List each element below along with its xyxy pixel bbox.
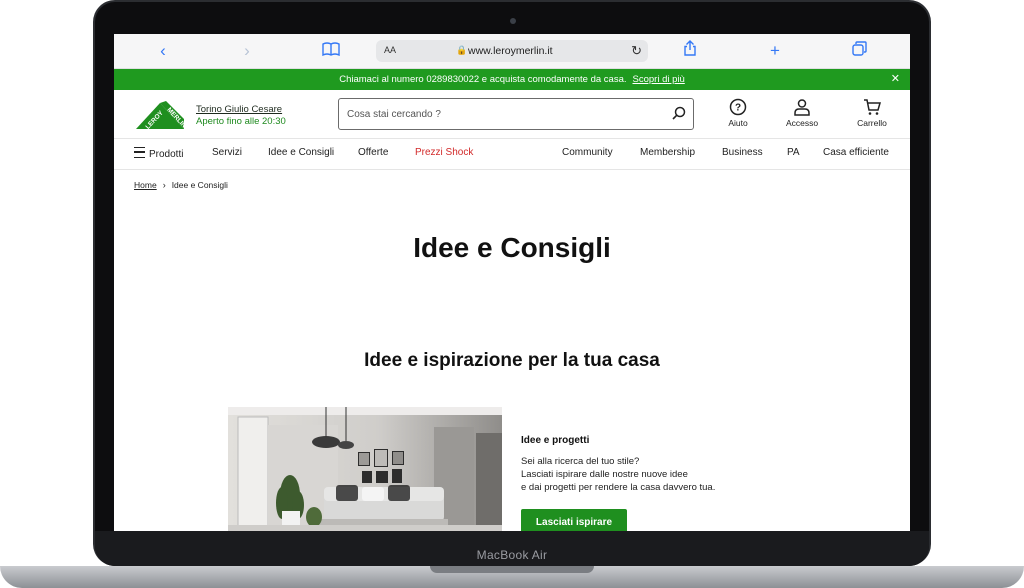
text-size-button[interactable]: AA: [384, 45, 396, 55]
nav-item-label: Prodotti: [149, 149, 184, 160]
nav-item-membership[interactable]: Membership: [640, 147, 695, 158]
nav-item-offerte[interactable]: Offerte: [358, 147, 388, 158]
camera-icon: [510, 18, 516, 24]
help-label: Aiuto: [728, 118, 748, 128]
laptop-notch: [430, 566, 594, 573]
promo-message: Chiamaci al numero 0289830022 e acquista…: [339, 74, 627, 85]
account-label: Accesso: [785, 118, 819, 128]
screen: ‹ › AA 🔒 www.leroymerlin.it ↻ + Chiamaci…: [114, 34, 910, 531]
card-line: Sei alla ricerca del tuo stile?: [521, 456, 640, 467]
nav-item-prodotti[interactable]: Prodotti: [134, 147, 183, 160]
breadcrumb: Home › Idee e Consigli: [134, 180, 228, 190]
cart-icon: [864, 99, 881, 115]
store-hours: Aperto fino alle 20:30: [196, 116, 286, 127]
cart-label: Carrello: [857, 118, 887, 128]
inspire-button[interactable]: Lasciati ispirare: [521, 509, 627, 531]
card-line: Lasciati ispirare dalle nostre nuove ide…: [521, 469, 688, 480]
browser-toolbar: ‹ › AA 🔒 www.leroymerlin.it ↻ +: [114, 34, 910, 69]
search-input[interactable]: [339, 99, 659, 129]
help-button[interactable]: ? Aiuto: [712, 98, 764, 132]
nav-item-servizi[interactable]: Servizi: [212, 147, 242, 158]
card-line: e dai progetti per rendere la casa davve…: [521, 482, 716, 493]
url-text: www.leroymerlin.it: [468, 45, 553, 57]
nav-item-casa-efficiente[interactable]: Casa efficiente: [823, 147, 889, 158]
share-icon[interactable]: [679, 40, 701, 62]
svg-text:?: ?: [735, 103, 741, 114]
lock-icon: 🔒: [456, 45, 468, 55]
nav-item-business[interactable]: Business: [722, 147, 763, 158]
search-box: [338, 98, 694, 130]
address-bar[interactable]: AA 🔒 www.leroymerlin.it ↻: [376, 40, 648, 62]
chevron-right-icon: ›: [162, 180, 166, 190]
nav-item-pa[interactable]: PA: [787, 147, 800, 158]
promo-link[interactable]: Scopri di più: [633, 74, 685, 85]
promo-banner: Chiamaci al numero 0289830022 e acquista…: [114, 69, 910, 90]
help-icon: ?: [729, 98, 747, 116]
nav-item-community[interactable]: Community: [562, 147, 613, 158]
site-header: LEROY MERLIN Torino Giulio Cesare Aperto…: [114, 90, 910, 138]
bookmarks-icon[interactable]: [320, 40, 342, 62]
reload-icon[interactable]: ↻: [631, 43, 642, 59]
breadcrumb-home[interactable]: Home: [134, 180, 157, 190]
tabs-icon[interactable]: [848, 40, 870, 62]
card-description: Sei alla ricerca del tuo stile? Lasciati…: [521, 455, 715, 494]
menu-icon: [134, 147, 145, 158]
search-icon[interactable]: [671, 105, 687, 121]
device-label: MacBook Air: [476, 548, 548, 562]
nav-item-idee-e-consigli[interactable]: Idee e Consigli: [268, 147, 334, 158]
section-title: Idee e ispirazione per la tua casa: [364, 350, 660, 371]
page-title: Idee e Consigli: [413, 232, 611, 263]
leroy-merlin-logo[interactable]: LEROY MERLIN: [134, 99, 188, 131]
main-nav: Prodotti Servizi Idee e Consigli Offerte…: [114, 138, 910, 170]
nav-item-prezzi-shock[interactable]: Prezzi Shock: [415, 147, 473, 158]
account-button[interactable]: Accesso: [776, 98, 828, 132]
user-icon: [794, 99, 810, 116]
cart-button[interactable]: Carrello: [846, 98, 898, 132]
store-name-link[interactable]: Torino Giulio Cesare: [196, 104, 282, 115]
close-icon[interactable]: ✕: [891, 69, 900, 90]
living-room-image[interactable]: [228, 407, 502, 531]
forward-icon[interactable]: ›: [236, 40, 258, 62]
breadcrumb-current: Idee e Consigli: [171, 180, 228, 190]
new-tab-icon[interactable]: +: [764, 40, 786, 62]
back-icon[interactable]: ‹: [152, 40, 174, 62]
card-title: Idee e progetti: [521, 435, 590, 446]
